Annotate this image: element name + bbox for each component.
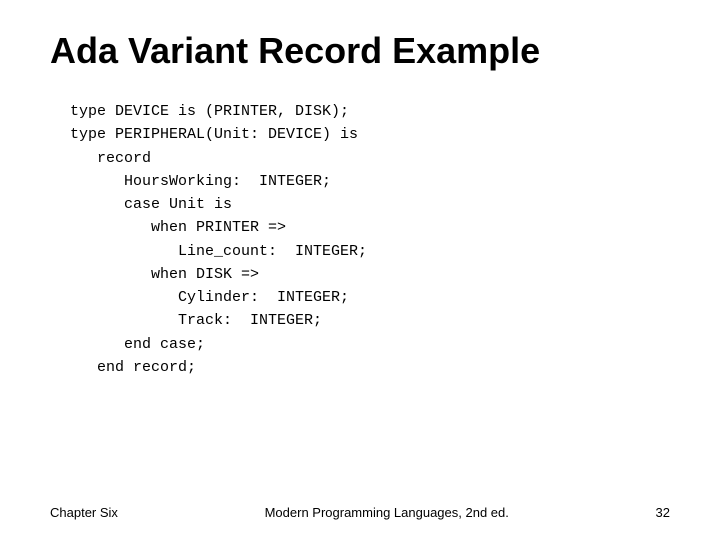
footer-left: Chapter Six [50, 505, 118, 520]
code-line-4: record [70, 147, 670, 170]
footer-right: 32 [656, 505, 670, 520]
code-line-12: end case; [70, 333, 670, 356]
code-line-10: Cylinder: INTEGER; [70, 286, 670, 309]
slide-title: Ada Variant Record Example [50, 30, 670, 72]
footer-center: Modern Programming Languages, 2nd ed. [265, 505, 509, 520]
code-line-3: type PERIPHERAL(Unit: DEVICE) is [70, 123, 670, 146]
code-line-8: Line_count: INTEGER; [70, 240, 670, 263]
code-line-7: when PRINTER => [70, 216, 670, 239]
code-line-9: when DISK => [70, 263, 670, 286]
code-line-6: case Unit is [70, 193, 670, 216]
code-line-11: Track: INTEGER; [70, 309, 670, 332]
code-block: type DEVICE is (PRINTER, DISK); type PER… [70, 100, 670, 379]
code-line-1: type DEVICE is (PRINTER, DISK); [70, 100, 670, 123]
code-line-13: end record; [70, 356, 670, 379]
slide: Ada Variant Record Example type DEVICE i… [0, 0, 720, 540]
code-line-5: HoursWorking: INTEGER; [70, 170, 670, 193]
footer: Chapter Six Modern Programming Languages… [0, 505, 720, 520]
